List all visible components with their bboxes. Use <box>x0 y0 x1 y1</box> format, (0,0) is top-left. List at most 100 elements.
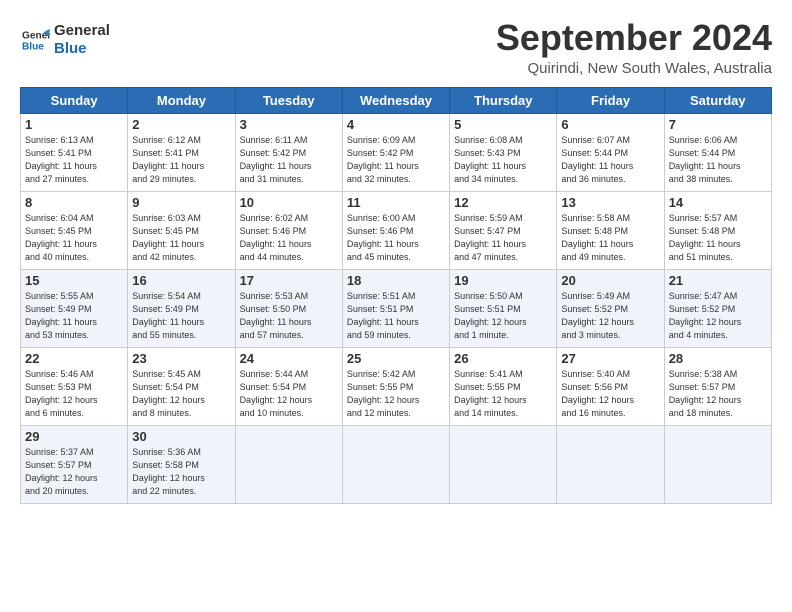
day-number: 1 <box>25 117 123 132</box>
day-cell <box>235 425 342 503</box>
day-info: Sunrise: 5:36 AM Sunset: 5:58 PM Dayligh… <box>132 446 230 498</box>
day-info: Sunrise: 5:59 AM Sunset: 5:47 PM Dayligh… <box>454 212 552 264</box>
title-area: September 2024 Quirindi, New South Wales… <box>496 18 772 77</box>
svg-text:Blue: Blue <box>22 41 44 52</box>
location: Quirindi, New South Wales, Australia <box>496 60 772 77</box>
day-cell: 19 Sunrise: 5:50 AM Sunset: 5:51 PM Dayli… <box>450 269 557 347</box>
day-number: 13 <box>561 195 659 210</box>
day-cell: 23 Sunrise: 5:45 AM Sunset: 5:54 PM Dayli… <box>128 347 235 425</box>
day-info: Sunrise: 5:40 AM Sunset: 5:56 PM Dayligh… <box>561 368 659 420</box>
day-cell <box>342 425 449 503</box>
table-row: 8Sunrise: 6:04 AM Sunset: 5:45 PM Daylig… <box>21 191 772 269</box>
logo-icon: General Blue <box>22 26 50 54</box>
day-cell <box>450 425 557 503</box>
day-cell: 26 Sunrise: 5:41 AM Sunset: 5:55 PM Dayli… <box>450 347 557 425</box>
day-info: Sunrise: 5:58 AM Sunset: 5:48 PM Dayligh… <box>561 212 659 264</box>
header: General Blue General Blue September 2024… <box>20 18 772 77</box>
day-cell: 18Sunrise: 5:51 AM Sunset: 5:51 PM Dayli… <box>342 269 449 347</box>
day-number: 6 <box>561 117 659 132</box>
day-info: Sunrise: 5:44 AM Sunset: 5:54 PM Dayligh… <box>240 368 338 420</box>
logo: General Blue General Blue <box>20 22 110 58</box>
day-number: 25 <box>347 351 445 366</box>
day-info: Sunrise: 6:06 AM Sunset: 5:44 PM Dayligh… <box>669 134 767 186</box>
day-cell: 22Sunrise: 5:46 AM Sunset: 5:53 PM Dayli… <box>21 347 128 425</box>
day-info: Sunrise: 6:00 AM Sunset: 5:46 PM Dayligh… <box>347 212 445 264</box>
day-info: Sunrise: 5:55 AM Sunset: 5:49 PM Dayligh… <box>25 290 123 342</box>
day-number: 23 <box>132 351 230 366</box>
day-cell: 13 Sunrise: 5:58 AM Sunset: 5:48 PM Dayli… <box>557 191 664 269</box>
day-cell: 7Sunrise: 6:06 AM Sunset: 5:44 PM Daylig… <box>664 113 771 191</box>
table-row: 22Sunrise: 5:46 AM Sunset: 5:53 PM Dayli… <box>21 347 772 425</box>
page: General Blue General Blue September 2024… <box>0 0 792 514</box>
day-number: 2 <box>132 117 230 132</box>
day-info: Sunrise: 5:42 AM Sunset: 5:55 PM Dayligh… <box>347 368 445 420</box>
day-info: Sunrise: 5:38 AM Sunset: 5:57 PM Dayligh… <box>669 368 767 420</box>
day-cell: 20 Sunrise: 5:49 AM Sunset: 5:52 PM Dayli… <box>557 269 664 347</box>
day-number: 26 <box>454 351 552 366</box>
day-cell <box>664 425 771 503</box>
day-number: 20 <box>561 273 659 288</box>
day-info: Sunrise: 6:08 AM Sunset: 5:43 PM Dayligh… <box>454 134 552 186</box>
day-info: Sunrise: 5:41 AM Sunset: 5:55 PM Dayligh… <box>454 368 552 420</box>
day-number: 4 <box>347 117 445 132</box>
day-cell: 21 Sunrise: 5:47 AM Sunset: 5:52 PM Dayli… <box>664 269 771 347</box>
col-wednesday: Wednesday <box>342 87 449 113</box>
day-cell <box>557 425 664 503</box>
day-cell: 2 Sunrise: 6:12 AM Sunset: 5:41 PM Daylig… <box>128 113 235 191</box>
day-number: 3 <box>240 117 338 132</box>
day-cell: 1 Sunrise: 6:13 AM Sunset: 5:41 PM Daylig… <box>21 113 128 191</box>
table-row: 1 Sunrise: 6:13 AM Sunset: 5:41 PM Daylig… <box>21 113 772 191</box>
day-number: 9 <box>132 195 230 210</box>
day-cell: 4Sunrise: 6:09 AM Sunset: 5:42 PM Daylig… <box>342 113 449 191</box>
day-cell: 5 Sunrise: 6:08 AM Sunset: 5:43 PM Daylig… <box>450 113 557 191</box>
day-cell: 8Sunrise: 6:04 AM Sunset: 5:45 PM Daylig… <box>21 191 128 269</box>
table-row: 29 Sunrise: 5:37 AM Sunset: 5:57 PM Dayli… <box>21 425 772 503</box>
day-cell: 14Sunrise: 5:57 AM Sunset: 5:48 PM Dayli… <box>664 191 771 269</box>
day-info: Sunrise: 5:49 AM Sunset: 5:52 PM Dayligh… <box>561 290 659 342</box>
col-friday: Friday <box>557 87 664 113</box>
day-cell: 28 Sunrise: 5:38 AM Sunset: 5:57 PM Dayli… <box>664 347 771 425</box>
day-cell: 24 Sunrise: 5:44 AM Sunset: 5:54 PM Dayli… <box>235 347 342 425</box>
day-number: 24 <box>240 351 338 366</box>
day-number: 5 <box>454 117 552 132</box>
day-info: Sunrise: 6:03 AM Sunset: 5:45 PM Dayligh… <box>132 212 230 264</box>
day-number: 10 <box>240 195 338 210</box>
col-sunday: Sunday <box>21 87 128 113</box>
day-number: 29 <box>25 429 123 444</box>
day-info: Sunrise: 5:37 AM Sunset: 5:57 PM Dayligh… <box>25 446 123 498</box>
day-info: Sunrise: 5:45 AM Sunset: 5:54 PM Dayligh… <box>132 368 230 420</box>
col-thursday: Thursday <box>450 87 557 113</box>
day-number: 30 <box>132 429 230 444</box>
day-number: 15 <box>25 273 123 288</box>
day-info: Sunrise: 5:47 AM Sunset: 5:52 PM Dayligh… <box>669 290 767 342</box>
day-info: Sunrise: 5:57 AM Sunset: 5:48 PM Dayligh… <box>669 212 767 264</box>
day-cell: 9 Sunrise: 6:03 AM Sunset: 5:45 PM Daylig… <box>128 191 235 269</box>
day-number: 27 <box>561 351 659 366</box>
day-info: Sunrise: 6:11 AM Sunset: 5:42 PM Dayligh… <box>240 134 338 186</box>
day-cell: 16Sunrise: 5:54 AM Sunset: 5:49 PM Dayli… <box>128 269 235 347</box>
col-saturday: Saturday <box>664 87 771 113</box>
day-number: 17 <box>240 273 338 288</box>
day-info: Sunrise: 6:07 AM Sunset: 5:44 PM Dayligh… <box>561 134 659 186</box>
day-number: 19 <box>454 273 552 288</box>
day-number: 18 <box>347 273 445 288</box>
day-info: Sunrise: 6:12 AM Sunset: 5:41 PM Dayligh… <box>132 134 230 186</box>
col-monday: Monday <box>128 87 235 113</box>
day-cell: 17 Sunrise: 5:53 AM Sunset: 5:50 PM Dayli… <box>235 269 342 347</box>
logo-line1: General <box>54 22 110 40</box>
month-title: September 2024 <box>496 18 772 58</box>
day-number: 28 <box>669 351 767 366</box>
day-info: Sunrise: 5:54 AM Sunset: 5:49 PM Dayligh… <box>132 290 230 342</box>
day-info: Sunrise: 6:04 AM Sunset: 5:45 PM Dayligh… <box>25 212 123 264</box>
day-info: Sunrise: 5:53 AM Sunset: 5:50 PM Dayligh… <box>240 290 338 342</box>
day-number: 11 <box>347 195 445 210</box>
day-info: Sunrise: 6:13 AM Sunset: 5:41 PM Dayligh… <box>25 134 123 186</box>
day-number: 22 <box>25 351 123 366</box>
day-cell: 10Sunrise: 6:02 AM Sunset: 5:46 PM Dayli… <box>235 191 342 269</box>
day-number: 21 <box>669 273 767 288</box>
day-cell: 15 Sunrise: 5:55 AM Sunset: 5:49 PM Dayli… <box>21 269 128 347</box>
day-cell: 6 Sunrise: 6:07 AM Sunset: 5:44 PM Daylig… <box>557 113 664 191</box>
table-row: 15 Sunrise: 5:55 AM Sunset: 5:49 PM Dayli… <box>21 269 772 347</box>
day-info: Sunrise: 5:50 AM Sunset: 5:51 PM Dayligh… <box>454 290 552 342</box>
day-cell: 12Sunrise: 5:59 AM Sunset: 5:47 PM Dayli… <box>450 191 557 269</box>
